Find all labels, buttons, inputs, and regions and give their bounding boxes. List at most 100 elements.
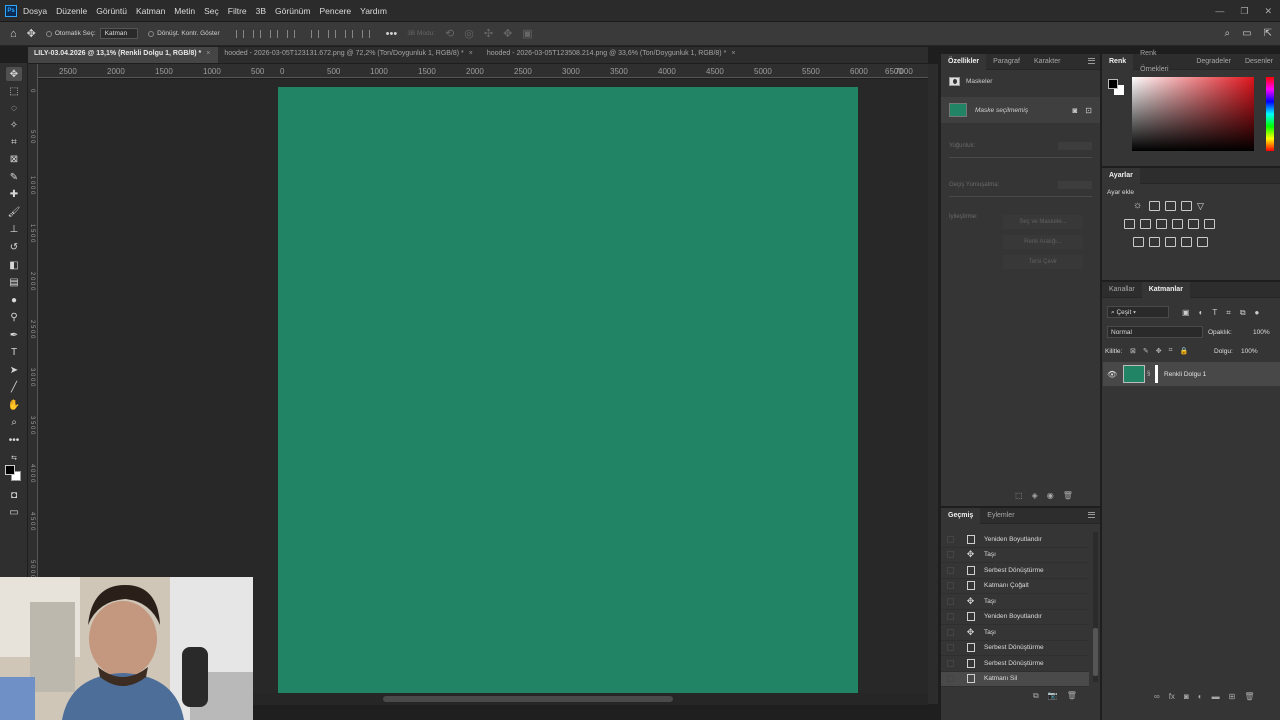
link-layers-icon[interactable]: ∞ [1154, 692, 1160, 701]
swap-colors-icon[interactable]: ⇆ [6, 451, 22, 465]
selective-color-icon[interactable] [1197, 237, 1208, 247]
color-balance-icon[interactable] [1140, 219, 1151, 229]
gradient-map-icon[interactable] [1181, 237, 1192, 247]
line-tool-icon[interactable]: ╱ [6, 380, 22, 394]
history-item[interactable]: ✥ Taşı [941, 594, 1089, 610]
menu-image[interactable]: Görüntü [96, 6, 127, 16]
photo-filter-icon[interactable] [1172, 219, 1183, 229]
layer-filter-dropdown[interactable]: ⌕ Çeşit ▾ [1107, 306, 1169, 318]
history-item[interactable]: ✥ Taşı [941, 548, 1089, 563]
filter-shape-icon[interactable]: ⌗ [1226, 308, 1231, 318]
tab-gradients[interactable]: Degradeler [1189, 54, 1238, 70]
tab-hooded-1[interactable]: hooded - 2026-03-05T123131.672.png @ 72,… [218, 47, 481, 63]
history-scrollbar[interactable] [1093, 532, 1098, 682]
layer-mask-thumbnail[interactable] [1155, 365, 1158, 383]
menu-file[interactable]: Dosya [23, 6, 47, 16]
eyedropper-icon[interactable]: ✎ [6, 170, 22, 184]
new-group-icon[interactable]: ▬ [1212, 692, 1220, 701]
delete-mask-icon[interactable]: 🗑 [1063, 491, 1073, 500]
auto-select-dropdown[interactable]: Katman [99, 28, 139, 39]
workspace-icon[interactable]: ▭ [1242, 28, 1251, 39]
hue-saturation-icon[interactable] [1124, 219, 1135, 229]
tab-lily[interactable]: LILY-03.04.2026 @ 13,1% (Renkli Dolgu 1,… [28, 47, 219, 63]
filter-adjustment-icon[interactable]: ◐ [1199, 308, 1204, 318]
menu-help[interactable]: Yardım [360, 6, 387, 16]
distribute-vertical-icon[interactable] [361, 29, 370, 38]
eraser-icon[interactable]: ◧ [6, 258, 22, 272]
new-layer-icon[interactable]: ⊞ [1229, 692, 1236, 701]
history-item[interactable]: Serbest Dönüştürme [941, 656, 1089, 672]
minimize-icon[interactable]: — [1215, 6, 1224, 17]
brush-tool-icon[interactable]: 🖌 [6, 205, 22, 219]
apply-mask-icon[interactable]: ◈ [1032, 491, 1038, 500]
disable-mask-icon[interactable]: ◉ [1047, 491, 1054, 500]
lock-artboard-icon[interactable]: ⌗ [1169, 347, 1173, 355]
menu-3d[interactable]: 3B [256, 6, 266, 16]
blend-mode-dropdown[interactable]: Normal [1107, 326, 1203, 338]
brightness-contrast-icon[interactable]: ☼ [1133, 201, 1144, 211]
type-tool-icon[interactable]: T [6, 345, 22, 359]
add-mask-icon[interactable]: ◙ [1184, 692, 1189, 701]
history-brush-icon[interactable]: ↺ [6, 240, 22, 254]
black-white-icon[interactable] [1156, 219, 1167, 229]
history-item[interactable]: Serbest Dönüştürme [941, 641, 1089, 656]
history-item[interactable]: ✥ Taşı [941, 625, 1089, 641]
opacity-value[interactable]: 100% [1253, 329, 1270, 336]
layer-name[interactable]: Renkli Dolgu 1 [1164, 371, 1206, 378]
delete-layer-icon[interactable]: 🗑 [1244, 692, 1254, 701]
menu-filter[interactable]: Filtre [228, 6, 247, 16]
tab-channels[interactable]: Kanallar [1102, 282, 1142, 298]
history-item[interactable]: Katmanı Çoğalt [941, 579, 1089, 594]
path-selection-icon[interactable]: ➤ [6, 363, 22, 377]
tab-properties[interactable]: Özellikler [941, 53, 987, 70]
clone-stamp-icon[interactable]: ⊥ [6, 222, 22, 236]
filter-toggle-icon[interactable]: ● [1255, 308, 1260, 318]
gradient-tool-icon[interactable]: ▤ [6, 275, 22, 289]
healing-brush-icon[interactable]: ✚ [6, 187, 22, 201]
filter-type-icon[interactable]: T [1212, 308, 1217, 318]
panel-menu-icon[interactable] [1088, 512, 1095, 518]
more-options-icon[interactable]: ••• [386, 28, 398, 40]
layer-style-icon[interactable]: fx [1169, 692, 1175, 701]
add-pixel-mask-icon[interactable]: ◙ [1072, 106, 1077, 115]
marquee-tool-icon[interactable]: ⬚ [6, 84, 22, 98]
filter-pixel-icon[interactable]: ▣ [1182, 308, 1190, 318]
show-transform-option[interactable]: Dönüşt. Kontr. Göster [148, 30, 220, 37]
posterize-icon[interactable] [1149, 237, 1160, 247]
layer-thumbnail[interactable] [1123, 365, 1145, 383]
home-icon[interactable]: ⌂ [10, 28, 17, 40]
add-vector-mask-icon[interactable]: ⊡ [1085, 106, 1092, 115]
new-document-from-state-icon[interactable]: ⧉ [1033, 691, 1039, 701]
lock-position-icon[interactable]: ✥ [1156, 347, 1162, 355]
delete-state-icon[interactable]: 🗑 [1067, 691, 1077, 701]
color-panel-foreground-swatch[interactable] [1108, 79, 1118, 89]
align-center-icon[interactable] [252, 29, 261, 38]
color-lookup-icon[interactable] [1204, 219, 1215, 229]
layer-row[interactable]: 👁 § Renkli Dolgu 1 [1103, 362, 1280, 386]
dodge-tool-icon[interactable]: ⚲ [6, 310, 22, 324]
close-tab-icon[interactable]: × [469, 50, 473, 57]
show-transform-checkbox[interactable] [148, 30, 155, 37]
tab-patterns[interactable]: Desenler [1238, 54, 1280, 70]
invert-icon[interactable] [1133, 237, 1144, 247]
tab-layers[interactable]: Katmanlar [1141, 281, 1190, 298]
channel-mixer-icon[interactable] [1188, 219, 1199, 229]
distribute-icon[interactable] [286, 29, 295, 38]
tab-paragraph[interactable]: Paragraf [986, 54, 1027, 70]
align-left-icon[interactable] [235, 29, 244, 38]
screen-mode-icon[interactable]: ▭ [6, 505, 22, 519]
crop-tool-icon[interactable]: ⌗ [6, 135, 22, 149]
hand-tool-icon[interactable]: ✋ [6, 398, 22, 412]
auto-select-checkbox[interactable] [45, 30, 52, 37]
levels-icon[interactable] [1149, 201, 1160, 211]
magic-wand-icon[interactable]: ✧ [6, 118, 22, 132]
filter-smart-icon[interactable]: ⧉ [1240, 308, 1246, 318]
lasso-tool-icon[interactable]: ◌ [6, 101, 22, 115]
menu-edit[interactable]: Düzenle [56, 6, 87, 16]
tab-character[interactable]: Karakter [1027, 54, 1067, 70]
threshold-icon[interactable] [1165, 237, 1176, 247]
auto-select-option[interactable]: Otomatik Seç: [45, 30, 96, 37]
history-item[interactable]: Yeniden Boyutlandır [941, 532, 1089, 548]
history-item[interactable]: Serbest Dönüştürme [941, 563, 1089, 579]
align-middle-icon[interactable] [327, 29, 336, 38]
